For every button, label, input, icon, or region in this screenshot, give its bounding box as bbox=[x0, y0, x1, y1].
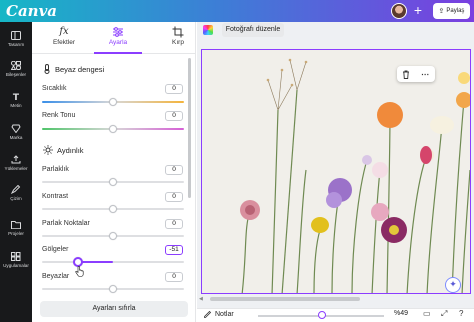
temperature-thumb[interactable] bbox=[109, 98, 117, 106]
zoom-slider-thumb[interactable] bbox=[318, 311, 326, 319]
rail-item-design[interactable]: Tasarım bbox=[0, 31, 32, 47]
help-icon[interactable]: ? bbox=[459, 309, 463, 318]
elements-icon bbox=[11, 61, 21, 70]
tint-thumb[interactable] bbox=[109, 125, 117, 133]
svg-text:T: T bbox=[13, 93, 20, 101]
rail-item-text[interactable]: T Metin bbox=[0, 92, 32, 108]
active-tab-underline bbox=[94, 52, 142, 54]
hand-cursor-icon bbox=[75, 266, 84, 277]
reset-adjustments-button[interactable]: Ayarları sıfırla bbox=[40, 301, 188, 317]
tab-effects[interactable]: fx Efektler bbox=[44, 26, 84, 46]
text-icon: T bbox=[13, 93, 20, 101]
contrast-thumb[interactable] bbox=[109, 205, 117, 213]
tab-label: Kırp bbox=[172, 39, 184, 46]
temperature-icon bbox=[44, 64, 50, 74]
rail-label: Tasarım bbox=[7, 42, 25, 47]
rail-label: Metin bbox=[10, 103, 22, 108]
whites-value[interactable]: 0 bbox=[165, 272, 183, 282]
add-collaborator-icon[interactable]: + bbox=[410, 2, 426, 19]
shadows-value[interactable]: -51 bbox=[165, 245, 183, 255]
scroll-left-icon[interactable]: ◀ bbox=[199, 296, 203, 302]
rail-label: Marka bbox=[9, 135, 23, 140]
section-title: Beyaz dengesi bbox=[55, 64, 105, 74]
canvas-horizontal-scrollbar[interactable] bbox=[210, 297, 360, 301]
fullscreen-icon[interactable]: ⤢ bbox=[441, 309, 447, 319]
whites-thumb[interactable] bbox=[109, 285, 117, 293]
folder-icon bbox=[11, 221, 21, 229]
rail-item-elements[interactable]: Bileşenler bbox=[0, 61, 32, 77]
adjust-panel: fx Efektler Ayarla Kırp Beyaz dengesi Sı… bbox=[32, 22, 196, 322]
share-label: Paylaş bbox=[446, 8, 465, 14]
whites-label: Beyazlar bbox=[42, 273, 70, 280]
draw-icon bbox=[11, 185, 21, 194]
left-rail: Tasarım Bileşenler T Metin Marka Yükleme… bbox=[0, 22, 32, 322]
flowers-image bbox=[202, 50, 470, 293]
contrast-label: Kontrast bbox=[42, 193, 69, 200]
brightness-value[interactable]: 0 bbox=[165, 165, 183, 175]
magic-assistant-button[interactable]: ✦ bbox=[445, 277, 461, 293]
element-toolbar: ⋯ bbox=[397, 66, 435, 82]
rail-label: Bileşenler bbox=[5, 72, 27, 77]
notes-icon bbox=[204, 310, 212, 318]
trash-icon[interactable] bbox=[402, 70, 410, 79]
rail-item-apps[interactable]: Uygulamalar bbox=[0, 252, 32, 268]
rail-item-projects[interactable]: Projeler bbox=[0, 220, 32, 236]
brand-icon bbox=[11, 124, 21, 133]
temperature-value[interactable]: 0 bbox=[165, 84, 183, 94]
upload-icon bbox=[11, 155, 21, 164]
sun-icon bbox=[43, 145, 53, 155]
grid-view-icon[interactable]: ▭ bbox=[423, 309, 431, 318]
rail-label: Yüklemeler bbox=[4, 166, 28, 171]
rail-item-draw[interactable]: Çizim bbox=[0, 185, 32, 201]
top-bar: Canva + ⇪ Paylaş bbox=[0, 0, 474, 22]
contrast-value[interactable]: 0 bbox=[165, 192, 183, 202]
tab-label: Efektler bbox=[52, 39, 76, 46]
brightness-thumb[interactable] bbox=[109, 178, 117, 186]
sliders-icon bbox=[113, 27, 123, 37]
share-button[interactable]: ⇪ Paylaş bbox=[433, 3, 470, 19]
upload-arrow-icon: ⇪ bbox=[438, 8, 445, 15]
rail-label: Çizim bbox=[10, 196, 22, 201]
white-balance-heading: Beyaz dengesi bbox=[43, 64, 104, 74]
light-heading: Aydınlık bbox=[43, 145, 84, 155]
color-picker-icon[interactable] bbox=[203, 25, 213, 35]
section-title: Aydınlık bbox=[57, 145, 84, 155]
highlights-thumb[interactable] bbox=[109, 232, 117, 240]
tab-adjust[interactable]: Ayarla bbox=[98, 26, 138, 46]
highlights-value[interactable]: 0 bbox=[165, 219, 183, 229]
brightness-label: Parlaklık bbox=[42, 166, 69, 173]
tab-crop[interactable]: Kırp bbox=[160, 26, 196, 46]
shadows-slider[interactable] bbox=[42, 261, 184, 263]
tab-label: Ayarla bbox=[108, 39, 128, 46]
rail-item-uploads[interactable]: Yüklemeler bbox=[0, 155, 32, 171]
canva-logo[interactable]: Canva bbox=[6, 2, 57, 20]
panel-scrollbar[interactable] bbox=[188, 58, 191, 198]
rail-label: Projeler bbox=[8, 231, 24, 236]
fx-icon: fx bbox=[59, 26, 69, 37]
layout-icon bbox=[11, 31, 21, 40]
notes-label: Notlar bbox=[215, 310, 234, 318]
apps-icon bbox=[11, 252, 21, 261]
notes-button[interactable]: Notlar bbox=[204, 310, 234, 318]
more-options-icon[interactable]: ⋯ bbox=[421, 70, 430, 79]
tint-label: Renk Tonu bbox=[42, 112, 76, 119]
edit-photo-button[interactable]: Fotoğrafı düzenle bbox=[222, 23, 284, 37]
panel-tabs: fx Efektler Ayarla Kırp bbox=[32, 22, 196, 54]
shadows-label: Gölgeler bbox=[42, 246, 69, 253]
rail-item-brand[interactable]: Marka bbox=[0, 124, 32, 140]
highlights-label: Parlak Noktalar bbox=[42, 220, 90, 227]
crop-icon bbox=[172, 26, 184, 38]
temperature-label: Sıcaklık bbox=[42, 85, 67, 92]
rail-label: Uygulamalar bbox=[3, 263, 29, 268]
avatar[interactable] bbox=[391, 3, 407, 19]
tint-value[interactable]: 0 bbox=[165, 111, 183, 121]
flower-photo[interactable] bbox=[201, 49, 471, 294]
zoom-value[interactable]: %49 bbox=[394, 310, 408, 317]
